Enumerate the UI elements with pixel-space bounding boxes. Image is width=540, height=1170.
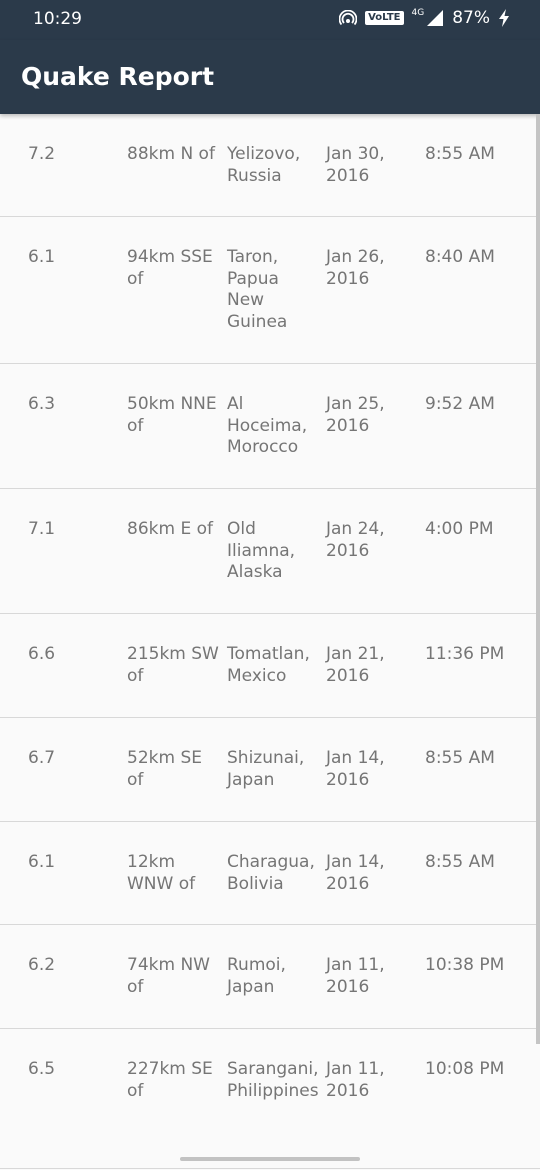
list-item[interactable]: 6.2 74km NW of Rumoi, Japan Jan 11, 2016 10:… (0, 925, 540, 1029)
magnitude-label: 7.2 (28, 144, 56, 164)
list-item[interactable]: 6.5 227km SE of Sarangani, Philippines Jan … (0, 1029, 540, 1169)
date-label: Jan 14, 2016 (326, 748, 385, 790)
status-time: 10:29 (33, 9, 82, 29)
time-label: 8:40 AM (425, 247, 495, 267)
primary-location: Old Iliamna, Alaska (227, 519, 296, 582)
battery-percent: 87% (452, 8, 490, 28)
primary-location: Rumoi, Japan (227, 955, 286, 997)
location-offset: 52km SE of (127, 748, 202, 790)
date-label: Jan 26, 2016 (326, 247, 385, 289)
location-offset: 12km WNW of (127, 852, 196, 894)
magnitude-label: 7.1 (28, 519, 56, 539)
status-bar: 10:29 VoLTE 4G 87% (0, 0, 540, 40)
date-label: Jan 25, 2016 (326, 394, 385, 436)
date-label: Jan 30, 2016 (326, 144, 385, 186)
magnitude-label: 6.2 (28, 955, 56, 975)
location-offset: 215km SW of (127, 644, 219, 686)
time-label: 8:55 AM (425, 144, 495, 164)
primary-location: Al Hoceima, Morocco (227, 394, 308, 457)
primary-location: Tomatlan, Mexico (227, 644, 310, 686)
date-label: Jan 11, 2016 (326, 955, 385, 997)
primary-location: Sarangani, Philippines (227, 1059, 319, 1101)
charging-icon (499, 9, 509, 27)
list-item[interactable]: 6.1 12km WNW of Charagua, Bolivia Jan 14, 2… (0, 822, 540, 925)
time-label: 10:08 PM (425, 1059, 505, 1079)
primary-location: Charagua, Bolivia (227, 852, 315, 894)
magnitude-label: 6.5 (28, 1059, 56, 1079)
date-label: Jan 14, 2016 (326, 852, 385, 894)
volte-badge: VoLTE (365, 11, 404, 25)
hotspot-icon (339, 10, 358, 26)
status-icons: VoLTE 4G 87% (339, 8, 510, 28)
primary-location: Shizunai, Japan (227, 748, 305, 790)
time-label: 8:55 AM (425, 852, 495, 872)
list-item[interactable]: 6.1 94km SSE of Taron, Papua New Guinea Jan… (0, 217, 540, 364)
earthquake-list[interactable]: 7.2 88km N of Yelizovo, Russia Jan 30, 2016… (0, 114, 540, 1170)
location-offset: 94km SSE of (127, 247, 213, 289)
time-label: 11:36 PM (425, 644, 505, 664)
time-label: 8:55 AM (425, 748, 495, 768)
time-label: 10:38 PM (425, 955, 505, 975)
magnitude-label: 6.3 (28, 394, 56, 414)
list-item[interactable]: 6.6 215km SW of Tomatlan, Mexico Jan 21, 20… (0, 614, 540, 718)
date-label: Jan 21, 2016 (326, 644, 385, 686)
location-offset: 74km NW of (127, 955, 210, 997)
location-offset: 88km N of (127, 144, 215, 164)
scrollbar[interactable] (536, 114, 540, 1044)
primary-location: Taron, Papua New Guinea (227, 247, 288, 332)
date-label: Jan 24, 2016 (326, 519, 385, 561)
location-offset: 227km SE of (127, 1059, 213, 1101)
magnitude-label: 6.7 (28, 748, 56, 768)
time-label: 4:00 PM (425, 519, 494, 539)
list-item[interactable]: 7.1 86km E of Old Iliamna, Alaska Jan 24, 2… (0, 489, 540, 614)
magnitude-label: 6.6 (28, 644, 56, 664)
list-item[interactable]: 7.2 88km N of Yelizovo, Russia Jan 30, 2016… (0, 114, 540, 217)
primary-location: Yelizovo, Russia (227, 144, 301, 186)
date-label: Jan 11, 2016 (326, 1059, 385, 1101)
magnitude-label: 6.1 (28, 852, 56, 872)
network-type: 4G (411, 8, 425, 18)
signal-icon (427, 10, 444, 26)
app-bar: Quake Report (0, 40, 540, 114)
time-label: 9:52 AM (425, 394, 495, 414)
list-item[interactable]: 6.7 52km SE of Shizunai, Japan Jan 14, 2016… (0, 718, 540, 822)
home-indicator[interactable] (180, 1157, 360, 1161)
list-item[interactable]: 6.3 50km NNE of Al Hoceima, Morocco Jan 25,… (0, 364, 540, 489)
page-title: Quake Report (21, 62, 215, 91)
magnitude-label: 6.1 (28, 247, 56, 267)
location-offset: 50km NNE of (127, 394, 217, 436)
location-offset: 86km E of (127, 519, 213, 539)
